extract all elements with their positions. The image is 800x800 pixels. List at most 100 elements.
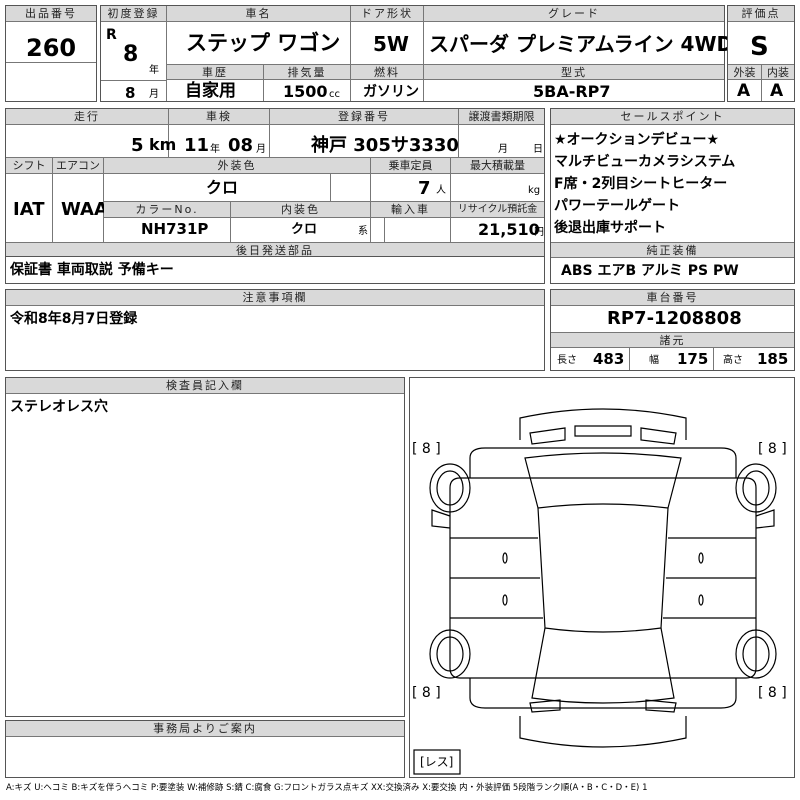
tire-depth-front-right: [ 8 ]: [758, 441, 787, 457]
transfer-label: 譲渡書類期限: [459, 109, 544, 125]
max-load-label: 最大積載量: [451, 158, 544, 174]
capacity-label: 乗車定員: [371, 158, 450, 174]
specs-label: 諸元: [551, 332, 794, 348]
score-label: 評価点: [728, 6, 794, 22]
inspector-box: 検査員記入欄 ステレオレス穴: [5, 377, 405, 717]
door-type: 5W: [373, 32, 409, 56]
ext-color-label: 外装色: [104, 158, 370, 174]
first-reg-year: 8: [123, 42, 139, 67]
first-reg-month: 8: [125, 84, 136, 102]
transfer-day-unit: 日: [533, 144, 543, 155]
capacity-unit: 人: [436, 185, 446, 196]
int-color-value: クロ: [291, 222, 318, 237]
shift-label: シフト: [6, 158, 52, 174]
mileage-value: 5: [131, 135, 144, 156]
chassis-box: 車台番号 RP7-1208808 諸元 長さ 483 幅 175 高さ 185: [550, 289, 795, 371]
first-reg-label: 初度登録: [101, 6, 166, 22]
mileage-label: 走行: [6, 109, 168, 125]
plate-label: 登録番号: [270, 109, 458, 125]
selling-point: F席・2列目シートヒーター: [554, 176, 728, 192]
inspector-label: 検査員記入欄: [6, 378, 404, 394]
equipment-value: ABS エアB アルミ PS PW: [561, 263, 739, 279]
recycle-unit: 円: [534, 227, 544, 238]
tire-depth-rear-left: [ 8 ]: [412, 685, 441, 701]
ext-color-value: クロ: [206, 178, 239, 197]
detail-box: 走行 車検 登録番号 譲渡書類期限 5 km 11 年 08 月 神戸 305サ…: [5, 108, 545, 258]
fuel-label: 燃料: [351, 64, 423, 80]
width-value: 175: [677, 350, 709, 368]
model-value: 5BA-RP7: [533, 82, 611, 101]
legend-text: A:キズ U:ヘコミ B:キズを伴うヘコミ P:要塗装 W:補修跡 S:錆 C:…: [6, 783, 648, 793]
inspection-label: 車検: [169, 109, 269, 125]
first-reg-month-unit: 月: [149, 89, 159, 100]
selling-points-label: セールスポイント: [551, 109, 794, 125]
office-box: 事務局よりご案内: [5, 720, 405, 778]
selling-point: ★オークションデビュー★: [554, 132, 720, 148]
grade-label: グレード: [424, 6, 724, 22]
lot-box: 出品番号 260: [5, 5, 97, 102]
displacement-label: 排気量: [264, 64, 350, 80]
car-name: ステップ ワゴン: [186, 31, 341, 55]
shift-value: IAT: [13, 199, 45, 220]
lot-label: 出品番号: [6, 6, 96, 22]
recycle-value: 21,510: [478, 220, 540, 239]
fuel-value: ガソリン: [363, 84, 419, 100]
aircon-value: WAA: [61, 199, 108, 220]
car-name-label: 車名: [167, 6, 350, 22]
chassis-value: RP7-1208808: [607, 308, 742, 329]
history-label: 車歴: [167, 64, 263, 80]
selling-point: パワーテールゲート: [554, 198, 680, 214]
inspector-value: ステレオレス穴: [10, 399, 108, 415]
vehicle-info-box: 初度登録 車名 ドア形状 グレード 車歴 排気量 燃料 型式 R 8 年 8 月…: [100, 5, 733, 102]
chassis-label: 車台番号: [551, 290, 794, 306]
inspection-month-unit: 月: [256, 144, 266, 155]
door-label: ドア形状: [351, 6, 423, 22]
spare-tire-status: [レス]: [420, 755, 454, 769]
score-box: 評価点 S 外装 内装 A A: [727, 5, 795, 102]
int-color-label: 内装色: [231, 202, 370, 218]
model-label: 型式: [424, 64, 724, 80]
max-load-unit: kg: [528, 185, 541, 196]
mileage-unit: km: [149, 135, 177, 154]
length-label: 長さ: [557, 355, 577, 366]
car-outline-svg: [413, 408, 777, 775]
int-color-unit: 系: [358, 226, 368, 237]
import-label: 輸入車: [371, 202, 450, 218]
exterior-grade-value: A: [737, 81, 751, 101]
interior-grade-value: A: [770, 81, 784, 101]
later-parts-value: 保証書 車両取説 予備キー: [10, 262, 174, 278]
transfer-month-unit: 月: [498, 144, 508, 155]
height-value: 185: [757, 350, 789, 368]
selling-point: マルチビューカメラシステム: [554, 154, 736, 170]
car-diagram: [ 8 ] [ 8 ] [ 8 ] [ 8 ] [レス]: [409, 377, 795, 778]
interior-grade-label: 内装: [762, 64, 794, 80]
equipment-label: 純正装備: [551, 242, 794, 258]
recycle-label: リサイクル預託金: [451, 202, 544, 218]
displacement-unit: cc: [329, 89, 340, 100]
inspection-year: 11: [184, 135, 210, 156]
tire-depth-rear-right: [ 8 ]: [758, 685, 787, 701]
height-label: 高さ: [723, 355, 743, 366]
capacity-value: 7: [418, 178, 431, 199]
color-no-value: NH731P: [141, 220, 209, 238]
tire-depth-front-left: [ 8 ]: [412, 441, 441, 457]
notes-label: 注意事項欄: [6, 290, 544, 306]
office-label: 事務局よりご案内: [6, 721, 404, 737]
length-value: 483: [593, 350, 625, 368]
color-no-label: カラーNo.: [104, 202, 230, 218]
displacement-value: 1500: [283, 82, 328, 101]
plate-value: 神戸 305サ3330: [311, 135, 459, 156]
notes-value: 令和8年8月7日登録: [10, 311, 138, 327]
lot-number: 260: [26, 34, 77, 62]
inspection-month: 08: [228, 135, 254, 156]
score-value: S: [750, 32, 769, 62]
exterior-grade-label: 外装: [728, 64, 761, 80]
selling-points-box: セールスポイント ★オークションデビュー★ マルチビューカメラシステム F席・2…: [550, 108, 795, 284]
first-reg-era: R: [106, 27, 117, 43]
history-value: 自家用: [185, 81, 236, 101]
width-label: 幅: [649, 355, 659, 366]
later-parts-box: 保証書 車両取説 予備キー: [5, 256, 545, 284]
notes-box: 注意事項欄 令和8年8月7日登録: [5, 289, 545, 371]
grade-name: スパーダ プレミアムライン 4WD: [429, 32, 734, 56]
selling-point: 後退出庫サポート: [554, 220, 666, 236]
